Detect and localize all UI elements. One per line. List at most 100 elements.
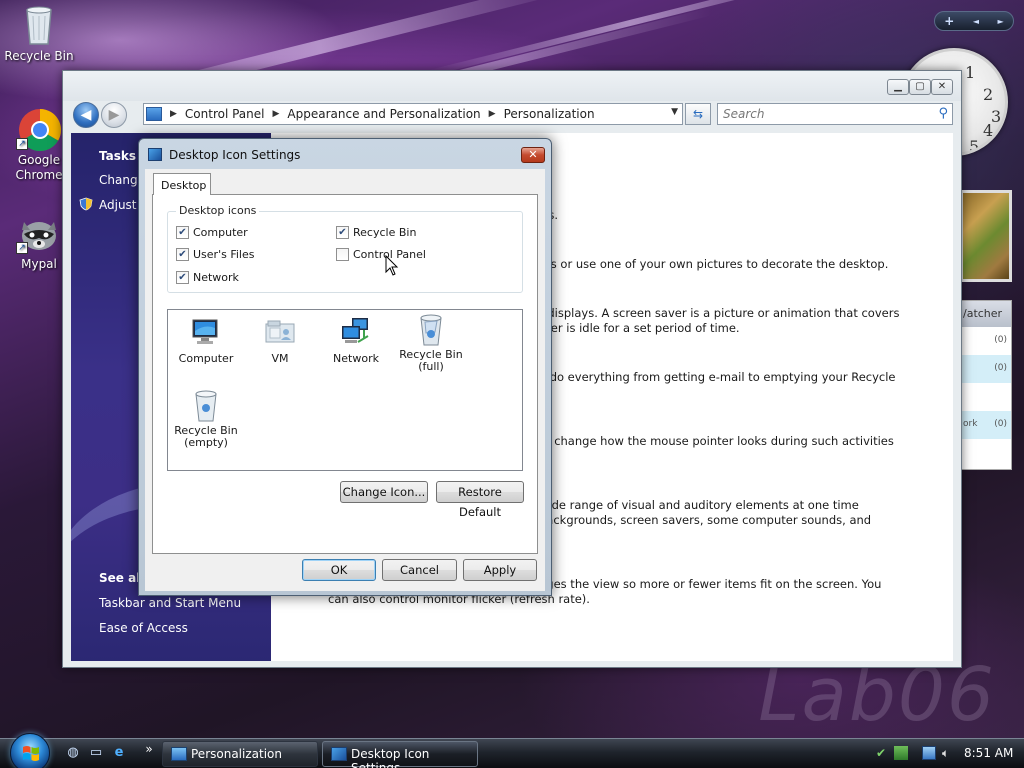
taskbar-button-desktop-icon-settings[interactable]: Desktop Icon Settings xyxy=(322,741,478,768)
address-bar[interactable]: ▶ Control Panel ▶ Appearance and Persona… xyxy=(143,103,683,125)
feed-row-label: ork xyxy=(963,419,978,429)
taskbar: ◍ ▭ e » Personalization Desktop Icon Set… xyxy=(0,733,1024,768)
forward-button[interactable]: ▶ xyxy=(101,102,127,128)
feed-row[interactable] xyxy=(961,383,1011,411)
feed-watcher-gadget[interactable]: /atcher (0) (0) ork (0) xyxy=(960,300,1012,470)
ok-button[interactable]: OK xyxy=(302,559,376,581)
content-text: uter is idle for a set period of time. xyxy=(539,321,740,335)
see-also-link-ease-of-access[interactable]: Ease of Access xyxy=(99,621,188,635)
checkbox-checked-icon: ✔ xyxy=(336,226,349,239)
checkbox-computer[interactable]: ✔ Computer xyxy=(176,226,248,239)
feed-row[interactable] xyxy=(961,439,1011,467)
feed-row[interactable]: ork (0) xyxy=(961,411,1011,439)
previous-gadget-page-button[interactable]: ◄ xyxy=(973,17,979,26)
recycle-bin-empty-icon xyxy=(190,388,222,422)
feed-count: (0) xyxy=(994,419,1007,429)
breadcrumb-separator-icon: ▶ xyxy=(170,109,177,119)
list-item-recycle-bin-full[interactable]: Recycle Bin (full) xyxy=(393,312,469,373)
feed-row[interactable]: (0) xyxy=(961,327,1011,355)
breadcrumb-separator-icon: ▶ xyxy=(272,109,280,119)
checkbox-control-panel[interactable]: Control Panel xyxy=(336,248,426,261)
quick-launch-media-icon[interactable]: ◍ xyxy=(64,745,82,761)
breadcrumb-control-panel[interactable]: Control Panel xyxy=(185,107,265,121)
navigation-bar: ◀ ▶ ▶ Control Panel ▶ Appearance and Per… xyxy=(71,101,953,129)
tab-desktop[interactable]: Desktop xyxy=(153,173,211,195)
desktop-icon-label: Recycle Bin xyxy=(4,49,74,63)
taskbar-button-label: Desktop Icon Settings xyxy=(351,747,430,768)
maximize-icon: ▢ xyxy=(915,81,925,92)
feed-gadget-title: /atcher xyxy=(961,301,1011,327)
checkbox-label: Recycle Bin xyxy=(353,226,417,239)
refresh-button[interactable]: ⇆ xyxy=(685,103,711,125)
quick-launch-overflow-button[interactable]: » xyxy=(140,742,158,758)
cancel-button[interactable]: Cancel xyxy=(382,559,457,581)
change-icon-button[interactable]: Change Icon... xyxy=(340,481,428,503)
checkbox-recycle-bin[interactable]: ✔ Recycle Bin xyxy=(336,226,416,239)
dialog-close-button[interactable]: ✕ xyxy=(521,147,545,163)
taskbar-button-personalization[interactable]: Personalization xyxy=(162,741,318,767)
window-title-bar[interactable]: ▁ ▢ ✕ xyxy=(63,71,961,101)
recycle-bin-icon xyxy=(18,4,60,46)
desktop-icon-recycle-bin[interactable]: Recycle Bin xyxy=(2,4,76,64)
start-button[interactable] xyxy=(10,733,50,768)
google-chrome-icon: ↗ xyxy=(16,108,62,152)
group-title: Desktop icons xyxy=(176,204,260,217)
minimize-button[interactable]: ▁ xyxy=(887,79,909,95)
feed-count: (0) xyxy=(994,335,1007,345)
apply-button[interactable]: Apply xyxy=(463,559,537,581)
content-text: ors or use one of your own pictures to d… xyxy=(539,257,889,271)
checkbox-label: Network xyxy=(193,271,239,284)
mypal-raccoon-icon: ↗ xyxy=(16,212,60,254)
close-icon: ✕ xyxy=(937,81,947,92)
tasks-heading: Tasks xyxy=(99,149,137,163)
breadcrumb-appearance-and-personalization[interactable]: Appearance and Personalization xyxy=(287,107,480,121)
feed-row[interactable]: (0) xyxy=(961,355,1011,383)
add-gadget-button[interactable]: + xyxy=(944,14,954,28)
list-item-label: Network xyxy=(333,352,379,365)
content-text: backgrounds, screen savers, some compute… xyxy=(539,513,872,527)
dialog-client-area: Desktop Desktop icons ✔ Computer ✔ User'… xyxy=(145,169,545,591)
slide-show-gadget[interactable] xyxy=(960,190,1012,282)
see-also-link-taskbar[interactable]: Taskbar and Start Menu xyxy=(99,596,241,610)
breadcrumb-personalization[interactable]: Personalization xyxy=(504,107,595,121)
search-icon[interactable]: ⚲ xyxy=(938,106,948,121)
list-item-label: Recycle Bin (empty) xyxy=(174,424,238,449)
taskbar-clock[interactable]: 8:51 AM xyxy=(964,746,1013,760)
restore-default-button[interactable]: Restore Default xyxy=(436,481,524,519)
list-item-network[interactable]: Network xyxy=(318,316,394,365)
checkbox-users-files[interactable]: ✔ User's Files xyxy=(176,248,254,261)
security-center-icon[interactable] xyxy=(894,746,908,760)
user-files-icon xyxy=(264,316,296,348)
sidebar-gadget-controls: + ◄ ► xyxy=(934,11,1014,31)
checkbox-unchecked-icon xyxy=(336,248,349,261)
volume-icon[interactable]: 🔈︎ xyxy=(942,746,956,760)
shortcut-arrow-icon: ↗ xyxy=(16,242,28,254)
refresh-icon: ⇆ xyxy=(692,107,704,121)
list-item-computer[interactable]: Computer xyxy=(168,316,244,365)
next-gadget-page-button[interactable]: ► xyxy=(998,17,1004,26)
desktop-icon-list[interactable]: Computer VM Network Recycle Bin (full) R… xyxy=(167,309,523,471)
recycle-bin-full-icon xyxy=(415,312,447,346)
search-placeholder: Search xyxy=(723,107,765,121)
clock-numeral: 4 xyxy=(983,121,994,140)
show-desktop-icon[interactable]: ▭ xyxy=(87,745,105,761)
list-item-label: VM xyxy=(271,352,289,365)
network-status-icon[interactable]: ✔ xyxy=(876,746,890,760)
network-connection-icon[interactable] xyxy=(922,746,936,760)
address-dropdown-icon[interactable]: ▼ xyxy=(671,107,678,117)
windows-logo-icon xyxy=(23,746,39,761)
list-item-user-files[interactable]: VM xyxy=(242,316,318,365)
minimize-icon: ▁ xyxy=(894,81,902,92)
content-text: o do everything from getting e-mail to e… xyxy=(539,370,896,384)
content-text: to change how the mouse pointer looks du… xyxy=(539,434,894,448)
back-button[interactable]: ◀ xyxy=(73,102,99,128)
internet-explorer-icon[interactable]: e xyxy=(110,745,128,761)
list-item-recycle-bin-empty[interactable]: Recycle Bin (empty) xyxy=(168,388,244,449)
checkbox-label: Computer xyxy=(193,226,248,239)
checkbox-network[interactable]: ✔ Network xyxy=(176,271,239,284)
desktop-icon-settings-dialog: Desktop Icon Settings ✕ Desktop Desktop … xyxy=(138,138,552,596)
close-button[interactable]: ✕ xyxy=(931,79,953,95)
maximize-button[interactable]: ▢ xyxy=(909,79,931,95)
search-input[interactable]: Search ⚲ xyxy=(717,103,953,125)
dialog-title: Desktop Icon Settings xyxy=(169,148,301,162)
